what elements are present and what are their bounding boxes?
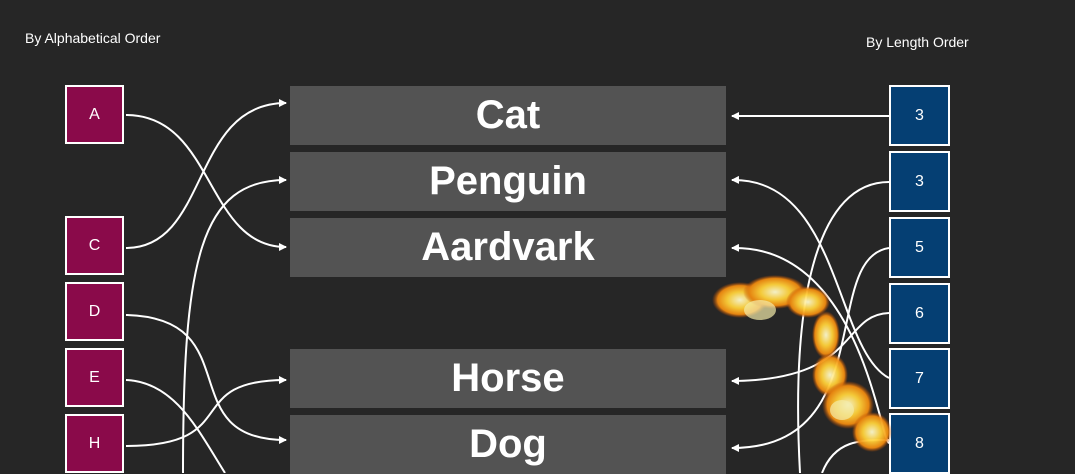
arrow-d-to-dog	[125, 314, 287, 444]
arrow-a-to-aardvark	[125, 114, 287, 251]
pointer-arrows	[125, 99, 892, 473]
arrow-h-to-horse	[125, 376, 287, 447]
arrow-e-down	[125, 379, 226, 473]
